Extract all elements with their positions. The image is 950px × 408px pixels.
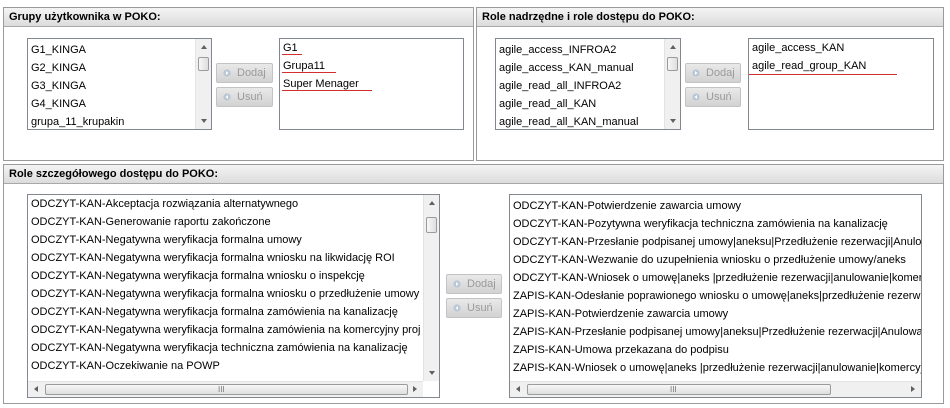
list-item[interactable]: ZAPIS-KAN-Potwierdzenie zawarcia umowy — [513, 305, 728, 323]
list-item[interactable]: G4_KINGA — [31, 95, 86, 113]
scroll-thumb[interactable] — [667, 57, 678, 71]
parent-roles-add-button[interactable]: Dodaj — [685, 63, 741, 83]
list-item[interactable]: ZAPIS-KAN-Wniosek o umowę|aneks |przedłu… — [513, 359, 921, 377]
list-item[interactable]: grupa_11_krupakin — [31, 113, 124, 129]
parent-roles-panel-title: Role nadrzędne i role dostępu do POKO: — [477, 8, 943, 27]
list-item[interactable]: ODCZYT-KAN-Oczekiwanie na POWP — [31, 357, 220, 375]
list-item[interactable]: ODCZYT-KAN-Negatywna weryfikacja formaln… — [31, 303, 398, 321]
arrow-right-icon — [692, 69, 700, 77]
list-item[interactable]: ODCZYT-KAN-Negatywna weryfikacja formaln… — [31, 249, 395, 267]
parent-roles-available-list[interactable]: agile_access_INFROA2 agile_access_KAN_ma… — [495, 38, 681, 130]
arrow-right-icon — [453, 280, 461, 288]
list-item[interactable]: agile_access_KAN — [752, 39, 844, 57]
annotation-underline — [282, 54, 302, 55]
scroll-thumb[interactable]: III — [45, 384, 408, 395]
vertical-scrollbar[interactable] — [423, 195, 439, 381]
vertical-scrollbar[interactable] — [664, 39, 680, 129]
list-item[interactable]: G2_KINGA — [31, 59, 86, 77]
list-item[interactable]: ODCZYT-KAN-Negatywna weryfikacja formaln… — [31, 267, 365, 285]
scroll-down-icon[interactable] — [670, 119, 676, 123]
scroll-up-icon[interactable] — [201, 45, 207, 49]
list-item[interactable]: agile_read_all_KAN_manual — [499, 113, 638, 129]
remove-button-label: Usuń — [237, 91, 263, 103]
groups-add-button[interactable]: Dodaj — [216, 63, 273, 83]
arrow-right-icon — [223, 69, 231, 77]
remove-button-label: Usuń — [467, 302, 493, 314]
remove-button-label: Usuń — [706, 91, 732, 103]
list-item[interactable]: ODCZYT-KAN-Wniosek o umowę|aneks |przedł… — [513, 269, 921, 287]
scroll-thumb[interactable] — [426, 217, 437, 233]
groups-panel-title: Grupy użytkownika w POKO: — [4, 8, 473, 27]
detailed-roles-panel: Role szczegółowego dostępu do POKO: ODCZ… — [3, 164, 944, 404]
list-item[interactable]: agile_read_all_INFROA2 — [499, 77, 621, 95]
groups-assigned-list[interactable]: G1 Grupa11 Super Menager — [279, 38, 464, 130]
add-button-label: Dodaj — [706, 67, 735, 79]
scroll-thumb[interactable] — [198, 57, 209, 71]
groups-available-list[interactable]: G1_KINGA G2_KINGA G3_KINGA G4_KINGA grup… — [27, 38, 212, 130]
parent-roles-panel: Role nadrzędne i role dostępu do POKO: a… — [476, 7, 944, 161]
list-item[interactable]: G3_KINGA — [31, 77, 86, 95]
detailed-roles-available-list[interactable]: ODCZYT-KAN-Akceptacja rozwiązania altern… — [27, 194, 440, 398]
groups-panel: Grupy użytkownika w POKO: G1_KINGA G2_KI… — [3, 7, 474, 161]
groups-remove-button[interactable]: Usuń — [216, 87, 273, 107]
list-item[interactable]: agile_read_group_KAN — [752, 57, 866, 75]
list-item[interactable]: agile_read_all_KAN — [499, 95, 596, 113]
list-item[interactable]: ODCZYT-KAN-Przesłanie podpisanej umowy|a… — [513, 233, 921, 251]
list-item[interactable]: ODCZYT-KAN-Negatywna weryfikacja technic… — [31, 339, 408, 357]
list-item[interactable]: ODCZYT-KAN-Pozytywna weryfikacja technic… — [513, 215, 888, 233]
list-item[interactable]: agile_access_KAN_manual — [499, 59, 634, 77]
list-item[interactable]: ODCZYT-KAN-Wezwanie do uzupełnienia wnio… — [513, 251, 906, 269]
annotation-underline — [282, 90, 372, 91]
scroll-thumb[interactable]: III — [527, 384, 831, 395]
scroll-grip-icon: III — [218, 385, 225, 394]
scroll-left-icon[interactable] — [516, 386, 520, 392]
list-item[interactable]: ODCZYT-KAN-Potwierdzenie zawarcia umowy — [513, 197, 741, 215]
detailed-roles-remove-button[interactable]: Usuń — [446, 298, 502, 318]
vertical-scrollbar[interactable] — [195, 39, 211, 129]
annotation-underline — [749, 74, 897, 75]
detailed-roles-add-button[interactable]: Dodaj — [446, 274, 502, 294]
horizontal-scrollbar[interactable]: III — [28, 381, 423, 397]
add-button-label: Dodaj — [467, 278, 496, 290]
detailed-roles-panel-title: Role szczegółowego dostępu do POKO: — [4, 165, 943, 184]
scroll-up-icon[interactable] — [429, 201, 435, 205]
list-item[interactable]: ODCZYT-KAN-Negatywna weryfikacja formaln… — [31, 285, 419, 303]
list-item[interactable]: ODCZYT-KAN-Negatywna weryfikacja formaln… — [31, 231, 302, 249]
list-item[interactable]: ODCZYT-KAN-Generowanie raportu zakończon… — [31, 213, 271, 231]
arrow-left-icon — [223, 93, 231, 101]
list-item[interactable]: ZAPIS-KAN-Przesłanie podpisanej umowy|an… — [513, 323, 921, 341]
list-item[interactable]: ZAPIS-KAN-Odesłanie poprawionego wniosku… — [513, 287, 920, 305]
scroll-down-icon[interactable] — [429, 371, 435, 375]
detailed-roles-assigned-list[interactable]: ODCZYT-KAN-Potwierdzenie zawarcia umowy … — [509, 194, 922, 398]
annotation-underline — [282, 72, 336, 73]
scroll-down-icon[interactable] — [201, 119, 207, 123]
scroll-right-icon[interactable] — [413, 386, 417, 392]
list-item[interactable]: agile_access_INFROA2 — [499, 41, 616, 59]
parent-roles-remove-button[interactable]: Usuń — [685, 87, 741, 107]
list-item[interactable]: G1_KINGA — [31, 41, 86, 59]
list-item[interactable]: ODCZYT-KAN-Akceptacja rozwiązania altern… — [31, 195, 298, 213]
scroll-grip-icon: III — [670, 385, 677, 394]
arrow-left-icon — [692, 93, 700, 101]
arrow-left-icon — [453, 304, 461, 312]
scroll-left-icon[interactable] — [34, 386, 38, 392]
horizontal-scrollbar[interactable]: III — [510, 381, 921, 397]
scroll-up-icon[interactable] — [670, 45, 676, 49]
list-item[interactable]: ODCZYT-KAN-Negatywna weryfikacja formaln… — [31, 321, 420, 339]
scroll-right-icon[interactable] — [911, 386, 915, 392]
list-item[interactable]: ZAPIS-KAN-Umowa przekazana do podpisu — [513, 341, 729, 359]
parent-roles-assigned-list[interactable]: agile_access_KAN agile_read_group_KAN — [748, 38, 934, 130]
add-button-label: Dodaj — [237, 67, 266, 79]
